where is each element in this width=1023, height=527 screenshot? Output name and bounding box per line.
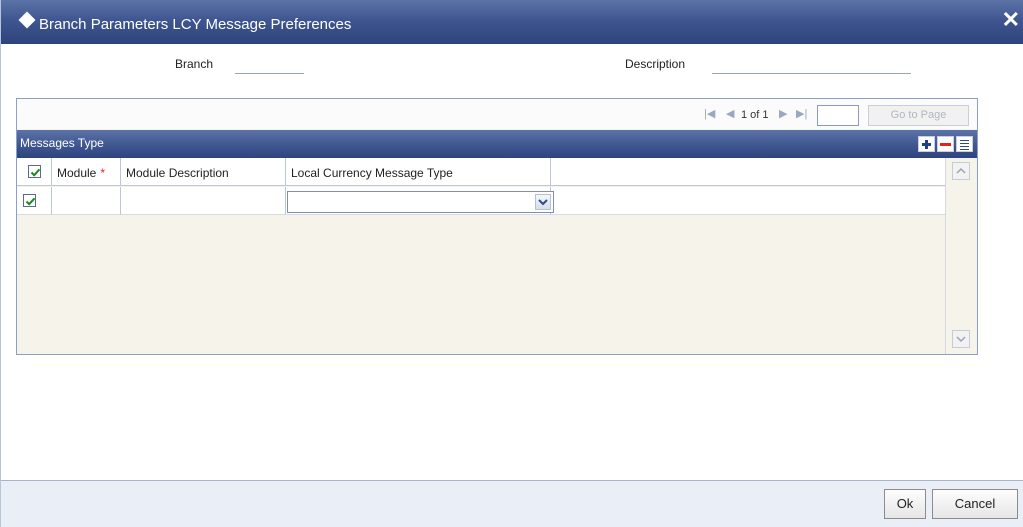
first-page-icon[interactable]: |◀ [704,107,715,120]
previous-page-icon[interactable]: ◀ [726,107,734,120]
last-page-icon[interactable]: ▶| [796,107,807,120]
row-checkbox-cell [17,187,52,215]
grid-body: Module * Module Description Local Currenc… [17,158,945,354]
page-indicator: 1 of 1 [741,109,769,121]
header-checkbox-cell [17,158,52,186]
required-marker: * [100,166,106,180]
column-label-module: Module [57,166,97,180]
scroll-down-icon[interactable] [952,330,970,348]
select-all-checkbox[interactable] [28,165,41,178]
vertical-scrollbar[interactable] [945,158,977,354]
diamond-icon [18,11,36,29]
module-cell[interactable] [52,187,121,215]
column-header-local-currency-message-type[interactable]: Local Currency Message Type [286,158,551,186]
column-label-module-description: Module Description [126,166,229,180]
ok-button[interactable]: Ok [884,489,926,519]
grid-title-bar: Messages Type [17,130,977,158]
row-filler-cell [551,187,945,215]
pager-bar: |◀ ◀ 1 of 1 ▶ ▶| Go to Page [17,99,977,129]
title-bar: Branch Parameters LCY Message Preference… [1,0,1023,44]
column-header-module-description[interactable]: Module Description [121,158,286,186]
column-header-filler [551,158,945,186]
column-label-local-currency-message-type: Local Currency Message Type [291,166,453,180]
scroll-up-icon[interactable] [952,162,970,180]
delete-row-icon[interactable] [937,136,954,152]
single-view-icon[interactable] [956,136,973,152]
column-header-module[interactable]: Module * [52,158,121,186]
description-field[interactable] [712,73,911,74]
window-title: Branch Parameters LCY Message Preference… [39,16,352,33]
module-description-cell[interactable] [121,187,286,215]
messages-grid-pane: |◀ ◀ 1 of 1 ▶ ▶| Go to Page Messages Typ… [16,98,978,355]
branch-field[interactable] [235,73,304,74]
cancel-button[interactable]: Cancel [932,489,1018,519]
chevron-down-icon[interactable] [535,194,551,210]
go-to-page-button[interactable]: Go to Page [868,105,969,126]
page-number-input[interactable] [817,105,859,126]
add-row-icon[interactable] [918,136,935,152]
dialog-footer: Ok Cancel [1,480,1023,527]
branch-label: Branch [175,57,214,71]
dialog-window: Branch Parameters LCY Message Preference… [0,0,1023,527]
local-currency-message-type-select[interactable] [287,191,554,213]
next-page-icon[interactable]: ▶ [779,107,787,120]
description-label: Description [625,57,686,71]
close-icon[interactable]: ✕ [1002,9,1020,31]
grid-title: Messages Type [20,136,104,150]
row-checkbox[interactable] [23,194,36,207]
